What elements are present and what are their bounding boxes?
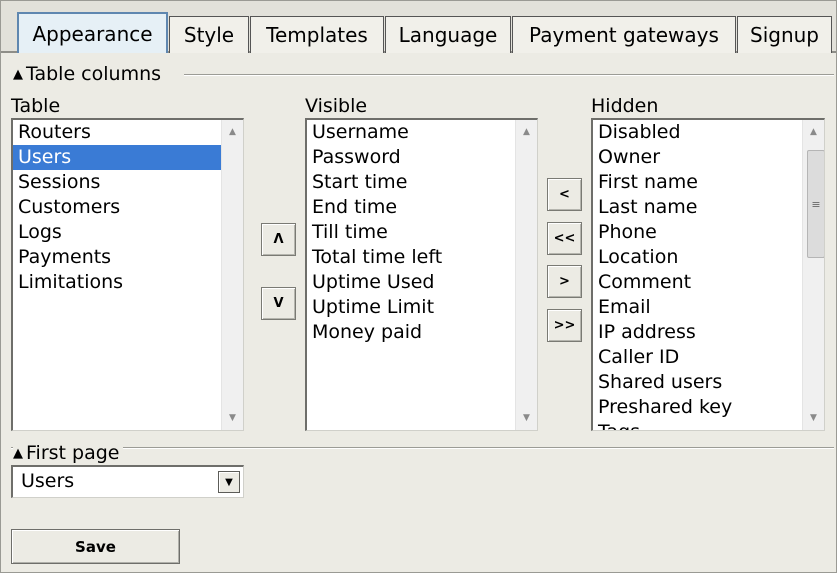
first-page-header[interactable]: ▲ First page: [13, 442, 124, 464]
list-item[interactable]: Shared users: [593, 370, 802, 395]
list-item[interactable]: Last name: [593, 195, 802, 220]
list-item[interactable]: Caller ID: [593, 345, 802, 370]
tab-style[interactable]: Style: [169, 16, 249, 53]
table-columns-title: Table columns: [26, 63, 162, 85]
scrollbar-thumb[interactable]: ≡: [807, 150, 824, 258]
list-item[interactable]: Tags: [593, 420, 802, 430]
move-left-button[interactable]: <: [547, 178, 582, 211]
list-item[interactable]: Comment: [593, 270, 802, 295]
list-item[interactable]: Phone: [593, 220, 802, 245]
scroll-down-icon[interactable]: ▼: [516, 409, 537, 427]
dropdown-icon[interactable]: ▼: [218, 471, 240, 493]
list-item[interactable]: Email: [593, 295, 802, 320]
move-all-left-button[interactable]: <<: [547, 222, 582, 255]
move-all-right-button[interactable]: >>: [547, 309, 582, 342]
first-page-value: Users: [21, 470, 75, 492]
first-page-title: First page: [26, 442, 120, 464]
list-item[interactable]: Sessions: [13, 170, 221, 195]
list-item[interactable]: Logs: [13, 220, 221, 245]
tab-signup[interactable]: Signup: [737, 16, 832, 53]
list-item[interactable]: Disabled: [593, 120, 802, 145]
table-scrollbar[interactable]: ▲ ▼: [221, 120, 243, 430]
list-item[interactable]: Users: [13, 145, 221, 170]
list-item[interactable]: Customers: [13, 195, 221, 220]
list-item[interactable]: Routers: [13, 120, 221, 145]
table-listbox[interactable]: Routers Users Sessions Customers Logs Payment…: [11, 118, 244, 431]
collapse-icon: ▲: [13, 66, 23, 82]
hidden-label: Hidden: [591, 95, 659, 117]
list-item[interactable]: Username: [307, 120, 515, 145]
list-item[interactable]: Password: [307, 145, 515, 170]
visible-list: Username Password Start time End time Till t…: [307, 120, 515, 430]
scroll-down-icon[interactable]: ▼: [803, 409, 824, 427]
table-label: Table: [11, 95, 61, 117]
collapse-icon: ▲: [13, 445, 23, 461]
hidden-listbox[interactable]: Disabled Owner First name Last name Phone Loc…: [591, 118, 825, 431]
scroll-up-icon[interactable]: ▲: [803, 123, 824, 141]
tab-templates[interactable]: Templates: [250, 16, 384, 53]
scroll-down-icon[interactable]: ▼: [222, 409, 243, 427]
move-up-button[interactable]: Λ: [261, 223, 296, 256]
visible-listbox[interactable]: Username Password Start time End time Till t…: [305, 118, 538, 431]
list-item[interactable]: Location: [593, 245, 802, 270]
scroll-up-icon[interactable]: ▲: [516, 123, 537, 141]
save-button[interactable]: Save: [11, 529, 180, 564]
visible-label: Visible: [305, 95, 368, 117]
section-divider: [184, 74, 834, 76]
tab-appearance[interactable]: Appearance: [17, 12, 168, 53]
visible-scrollbar[interactable]: ▲ ▼: [515, 120, 537, 430]
list-item[interactable]: First name: [593, 170, 802, 195]
list-item[interactable]: Money paid: [307, 320, 515, 345]
tab-payment-gateways[interactable]: Payment gateways: [512, 16, 736, 53]
hidden-scrollbar[interactable]: ▲ ≡ ▼: [802, 120, 824, 430]
settings-window: Appearance Style Templates Language Paym…: [0, 0, 837, 573]
list-item[interactable]: Limitations: [13, 270, 221, 295]
grip-icon: ≡: [811, 197, 821, 211]
tab-bar: Appearance Style Templates Language Paym…: [1, 1, 836, 53]
list-item[interactable]: Owner: [593, 145, 802, 170]
table-list: Routers Users Sessions Customers Logs Payment…: [13, 120, 221, 430]
scroll-up-icon[interactable]: ▲: [222, 123, 243, 141]
section-divider: [11, 447, 834, 449]
move-down-button[interactable]: V: [261, 287, 296, 320]
list-item[interactable]: Uptime Used: [307, 270, 515, 295]
list-item[interactable]: Preshared key: [593, 395, 802, 420]
list-item[interactable]: Till time: [307, 220, 515, 245]
list-item[interactable]: Total time left: [307, 245, 515, 270]
list-item[interactable]: End time: [307, 195, 515, 220]
list-item[interactable]: Uptime Limit: [307, 295, 515, 320]
list-item[interactable]: Payments: [13, 245, 221, 270]
list-item[interactable]: IP address: [593, 320, 802, 345]
hidden-list: Disabled Owner First name Last name Phone Loc…: [593, 120, 802, 430]
list-item[interactable]: Start time: [307, 170, 515, 195]
table-columns-header[interactable]: ▲ Table columns: [13, 63, 161, 85]
tab-language[interactable]: Language: [385, 16, 511, 53]
first-page-select[interactable]: Users ▼: [11, 465, 244, 498]
move-right-button[interactable]: >: [547, 265, 582, 298]
